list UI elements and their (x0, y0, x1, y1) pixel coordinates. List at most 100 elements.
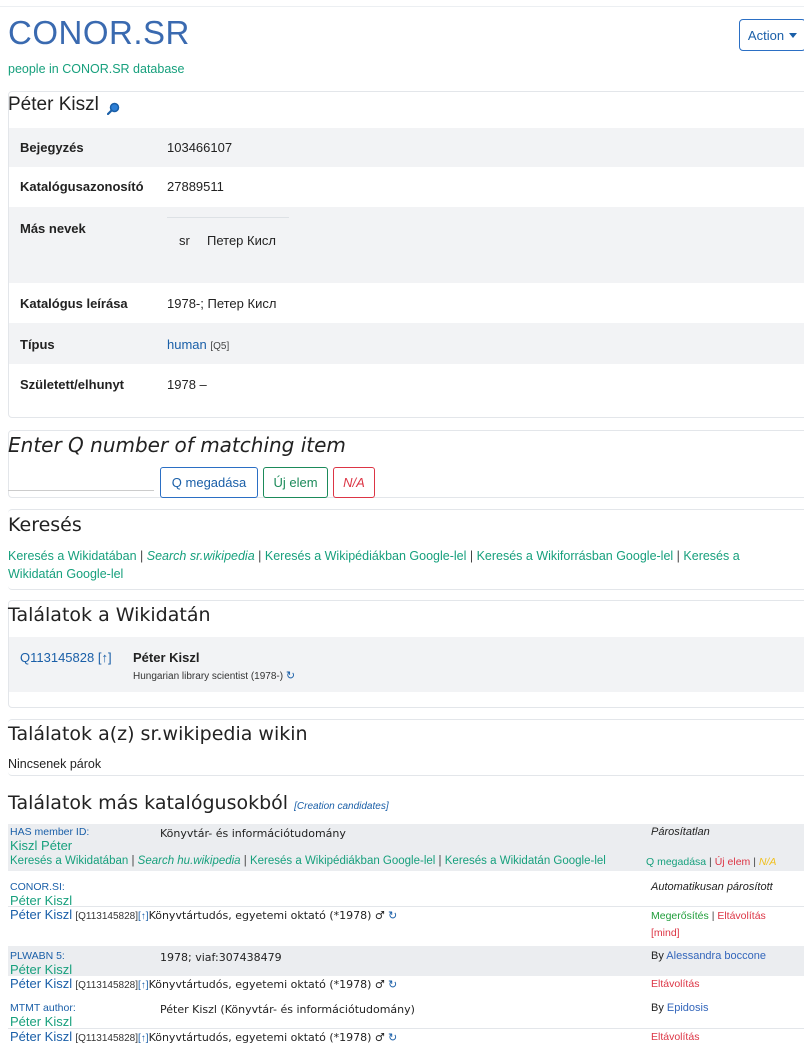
match-up-link[interactable]: [↑] (138, 980, 149, 991)
q-submit-link[interactable]: Q megadása (646, 856, 706, 868)
remove-link[interactable]: Eltávolítás (717, 910, 765, 922)
result-description: Hungarian library scientist (1978-) (133, 671, 284, 682)
match-qid: [Q113145828] (75, 911, 138, 922)
user-link[interactable]: Epidosis (667, 1002, 709, 1014)
match-line: Péter Kiszl [Q113145828][↑]Könyvtártudós… (10, 907, 397, 922)
catalog-row-plwabn: PLWABN 5: Péter Kiszl 1978; viaf:3074384… (8, 946, 804, 977)
search-links: Keresés a Wikidatában | Search sr.wikipe… (8, 547, 798, 583)
person-heading: Péter Kiszl (8, 94, 120, 116)
match-line: Péter Kiszl [Q113145828][↑]Könyvtártudós… (10, 1029, 397, 1044)
sep: | (136, 549, 147, 563)
remove-link[interactable]: Eltávolítás (651, 1031, 699, 1043)
match-name[interactable]: Péter Kiszl (10, 1029, 72, 1044)
match-name[interactable]: Péter Kiszl (10, 907, 72, 922)
description-value: 1978-; Петер Кисл (167, 296, 277, 311)
search-link-wikidata[interactable]: Keresés a Wikidatában (8, 549, 137, 563)
sep: | (254, 549, 265, 563)
label-other-names: Más nevek (20, 221, 86, 236)
match-up-link[interactable]: [↑] (138, 911, 149, 922)
source-label[interactable]: HAS member ID: (10, 826, 89, 838)
match-desc: Könyvtártudós, egyetemi oktató (*1978) ♂ (148, 1031, 385, 1044)
na-button[interactable]: N/A (333, 467, 375, 498)
remove-all-link[interactable]: [mind] (651, 927, 680, 939)
wikidata-results-heading: Találatok a Wikidatán (8, 604, 211, 626)
source-label[interactable]: CONOR.SI: (10, 881, 65, 893)
catalog-row-mtmt: MTMT author: Péter Kiszl Péter Kiszl (Kö… (8, 998, 804, 1029)
app-subtitle: people in CONOR.SR database (8, 62, 185, 76)
link-google-wikidata[interactable]: Keresés a Wikidatán Google-lel (445, 855, 606, 867)
no-matches-text: Nincsenek párok (8, 757, 102, 771)
new-item-button[interactable]: Új elem (263, 467, 328, 498)
catalog-row-has: HAS member ID: Kiszl Péter Könyvtár- és … (8, 824, 804, 871)
search-icon[interactable] (106, 99, 120, 115)
other-name-value: Петер Кисл (207, 233, 276, 248)
q-submit-button[interactable]: Q megadása (160, 467, 258, 498)
refresh-icon[interactable]: ↻ (388, 1032, 397, 1044)
catalog-row-conor-si: CONOR.SI: Péter Kiszl Automatikusan páro… (8, 876, 804, 942)
born-died-value: 1978 – (167, 377, 207, 392)
link-google-wiki[interactable]: Keresés a Wikipédiákban Google-lel (250, 855, 435, 867)
label-description: Katalógus leírása (20, 296, 128, 311)
label-entry: Bejegyzés (20, 140, 84, 155)
match-up-link[interactable]: [↑] (138, 1033, 149, 1044)
result-name: Péter Kiszl (133, 650, 200, 665)
q-number-input[interactable] (8, 467, 154, 491)
match-line: Péter Kiszl [Q113145828][↑]Könyvtártudós… (10, 976, 397, 991)
match-desc: Könyvtártudós, egyetemi oktató (*1978) ♂ (148, 978, 385, 991)
search-link-google-wikisource[interactable]: Keresés a Wikiforrásban Google-lel (477, 549, 674, 563)
other-results-heading: Találatok más katalógusokból [Creation c… (8, 792, 389, 814)
result-qid-link[interactable]: Q113145828 (20, 650, 94, 665)
new-item-link[interactable]: Új elem (715, 856, 751, 868)
match-row-plwabn: Péter Kiszl [Q113145828][↑]Könyvtártudós… (8, 976, 804, 993)
label-catalog-id: Katalógusazonosító (20, 179, 144, 194)
other-names-divider (167, 217, 289, 218)
search-link-google-wiki[interactable]: Keresés a Wikipédiákban Google-lel (265, 549, 467, 563)
action-dropdown-button[interactable]: Action (739, 19, 804, 51)
label-type: Típus (20, 337, 55, 352)
refresh-icon[interactable]: ↻ (286, 670, 295, 682)
source-label[interactable]: PLWABN 5: (10, 950, 65, 962)
refresh-icon[interactable]: ↻ (388, 979, 397, 991)
source-name[interactable]: Péter Kiszl (10, 962, 72, 977)
app-title[interactable]: CONOR.SR (8, 14, 190, 52)
refresh-icon[interactable]: ↻ (388, 910, 397, 922)
action-label: Action (747, 27, 785, 43)
user-link[interactable]: Alessandra boccone (666, 950, 766, 962)
row-catalog-id: Katalógusazonosító 27889511 (9, 167, 804, 207)
row-other-names: Más nevek sr Петер Кисл (9, 207, 804, 283)
row-search-links: Keresés a Wikidatában | Search hu.wikipe… (10, 855, 606, 867)
match-name[interactable]: Péter Kiszl (10, 976, 72, 991)
link-huwiki[interactable]: Search hu.wikipedia (138, 855, 241, 867)
match-row-mtmt: Péter Kiszl [Q113145828][↑]Könyvtártudós… (8, 1028, 804, 1046)
row-actions: Megerősítés | Eltávolítás [mind] (651, 910, 766, 939)
status-text: By Epidosis (651, 1002, 708, 1014)
caret-down-icon (789, 32, 798, 38)
source-desc: 1978; viaf:307438479 (160, 951, 282, 964)
status-text: Automatikusan párosított (651, 881, 773, 893)
row-entry: Bejegyzés 103466107 (9, 128, 804, 167)
label-born-died: Született/elhunyt (20, 377, 125, 392)
source-desc: Péter Kiszl (Könyvtár- és információtudo… (160, 1003, 415, 1016)
creation-candidates-link[interactable]: [Creation candidates] (294, 801, 389, 812)
remove-link[interactable]: Eltávolítás (651, 978, 699, 990)
source-desc: Könyvtár- és információtudomány (160, 827, 346, 840)
link-wikidata[interactable]: Keresés a Wikidatában (10, 855, 128, 867)
catalog-id-link[interactable]: 27889511 (167, 179, 224, 194)
wikidata-result-row: Q113145828 [↑] Péter Kiszl Hungarian lib… (9, 637, 804, 692)
person-name: Péter Kiszl (8, 94, 99, 115)
search-link-srwiki[interactable]: Search sr.wikipedia (147, 549, 255, 563)
other-heading-text: Találatok más katalógusokból (8, 792, 289, 814)
source-name[interactable]: Péter Kiszl (10, 1014, 72, 1029)
entry-link[interactable]: 103466107 (167, 140, 232, 155)
result-up-link[interactable]: [↑] (98, 650, 112, 665)
source-name[interactable]: Kiszl Péter (10, 838, 72, 853)
status-prefix: By (651, 950, 667, 962)
confirm-link[interactable]: Megerősítés (651, 910, 709, 922)
sep: | (466, 549, 477, 563)
row-actions: Q megadása | Új elem | N/A (646, 856, 777, 868)
type-link[interactable]: human (167, 337, 207, 352)
na-link[interactable]: N/A (759, 856, 777, 868)
top-divider (0, 6, 804, 7)
other-name-lang: sr (179, 233, 190, 248)
source-label[interactable]: MTMT author: (10, 1002, 76, 1014)
